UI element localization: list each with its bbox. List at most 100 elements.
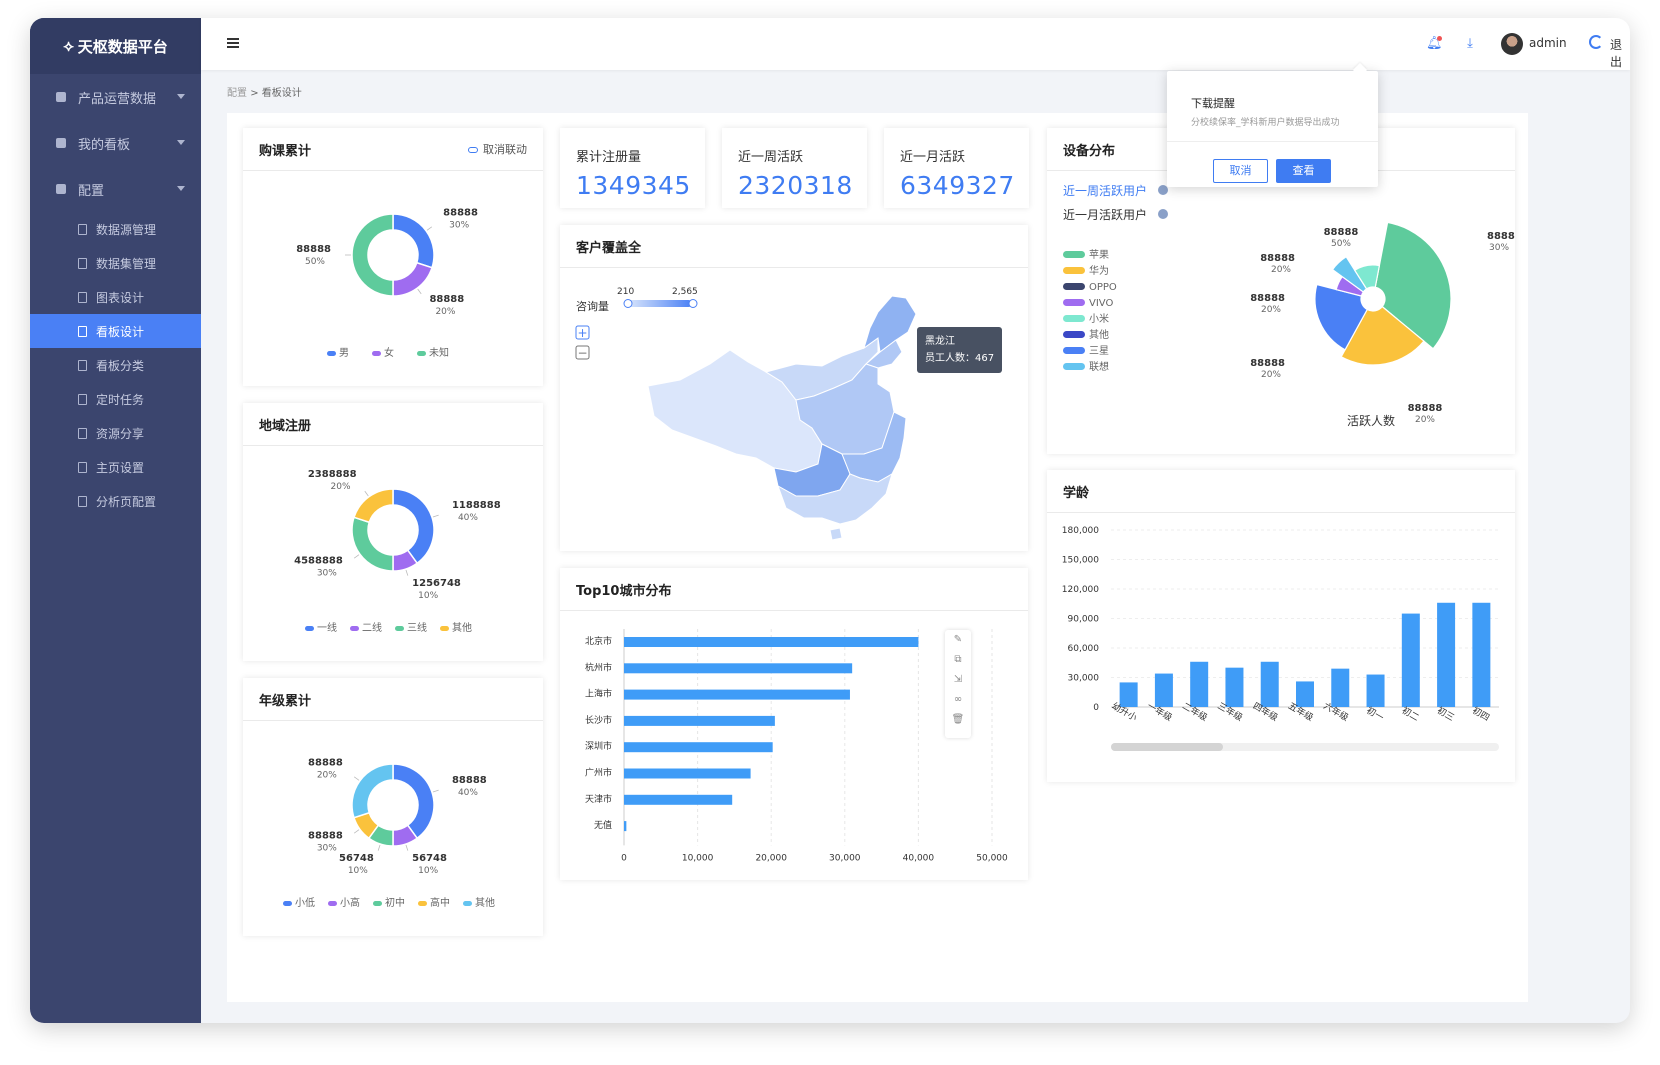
- popup-confirm-button[interactable]: 查看: [1276, 159, 1331, 183]
- bar[interactable]: [624, 637, 919, 647]
- bar[interactable]: [1401, 613, 1420, 707]
- unlink-button[interactable]: 取消联动: [468, 141, 527, 157]
- legend-swatch[interactable]: [440, 626, 449, 631]
- legend-swatch[interactable]: [372, 351, 381, 356]
- sidebar-item-board-design[interactable]: 看板设计: [30, 314, 201, 348]
- bar[interactable]: [1190, 661, 1209, 707]
- bell-icon[interactable]: 🔔︎: [1426, 36, 1443, 52]
- map-region-hainan[interactable]: [829, 527, 843, 541]
- visual-map-slider[interactable]: [626, 300, 692, 307]
- legend-swatch[interactable]: [1063, 315, 1085, 322]
- pie-slice[interactable]: [392, 488, 435, 565]
- avatar[interactable]: [1501, 33, 1523, 55]
- pie-slice[interactable]: [392, 261, 433, 297]
- bar[interactable]: [1331, 668, 1350, 707]
- sidebar-group-config[interactable]: 配置: [30, 166, 201, 212]
- menu-toggle-icon[interactable]: [227, 38, 239, 48]
- username[interactable]: admin: [1529, 36, 1567, 50]
- export-icon[interactable]: ⇲: [945, 670, 971, 690]
- zoom-in-button[interactable]: +: [575, 325, 590, 340]
- sidebar-item-dataset[interactable]: 数据集管理: [30, 246, 201, 280]
- sidebar-item-home-settings[interactable]: 主页设置: [30, 450, 201, 484]
- logout-link[interactable]: 退出: [1610, 36, 1630, 70]
- logout-icon[interactable]: [1589, 35, 1603, 49]
- china-map: 咨询量 210 2,565 + −: [575, 287, 917, 541]
- bar[interactable]: [624, 821, 627, 832]
- slider-handle-max[interactable]: [688, 299, 698, 308]
- bar[interactable]: [1472, 602, 1491, 707]
- slice-value-label: 88888: [1408, 403, 1443, 414]
- bar[interactable]: [1296, 681, 1314, 707]
- sidebar-group-mine[interactable]: 我的看板: [30, 120, 201, 166]
- legend-label: 小高: [340, 896, 360, 909]
- legend-swatch[interactable]: [1063, 347, 1085, 354]
- breadcrumb-root[interactable]: 配置: [227, 88, 247, 99]
- help-icon[interactable]: [1158, 185, 1168, 195]
- slice-percent-label: 30%: [449, 221, 469, 231]
- bar[interactable]: [1437, 602, 1456, 707]
- legend-swatch[interactable]: [1063, 267, 1085, 274]
- bar[interactable]: [1260, 661, 1279, 707]
- sidebar-group-product[interactable]: 产品运营数据: [30, 74, 201, 120]
- bar[interactable]: [624, 794, 733, 805]
- legend-swatch[interactable]: [328, 901, 337, 906]
- pie-slice[interactable]: [351, 213, 394, 297]
- bar[interactable]: [624, 663, 853, 674]
- copy-icon[interactable]: ⧉: [945, 650, 971, 670]
- legend-swatch[interactable]: [350, 626, 359, 631]
- pie-slice[interactable]: [353, 488, 394, 524]
- pie-slice[interactable]: [351, 516, 394, 572]
- logo[interactable]: ⟡ 天枢数据平台: [30, 18, 201, 74]
- bar[interactable]: [624, 768, 751, 779]
- slice-value-label: 4588888: [294, 555, 343, 566]
- slice-value-label: 88888: [296, 244, 331, 255]
- legend-swatch[interactable]: [418, 901, 427, 906]
- link-icon[interactable]: ∞: [945, 690, 971, 710]
- legend-swatch[interactable]: [1063, 283, 1085, 290]
- legend-swatch[interactable]: [373, 901, 382, 906]
- bar[interactable]: [1366, 674, 1385, 707]
- bar[interactable]: [624, 742, 773, 753]
- legend-swatch[interactable]: [1063, 331, 1085, 338]
- tooltip-text: 员工人数：467: [925, 353, 995, 364]
- edit-icon[interactable]: ✎: [945, 630, 971, 650]
- sidebar-item-chart-design[interactable]: 图表设计: [30, 280, 201, 314]
- y-tick-label: 深圳市: [585, 740, 612, 752]
- pie-slice[interactable]: [392, 763, 435, 840]
- pie-slice[interactable]: [351, 763, 394, 819]
- legend-swatch[interactable]: [417, 351, 426, 356]
- sidebar-item-resource-share[interactable]: 资源分享: [30, 416, 201, 450]
- legend-swatch[interactable]: [327, 351, 336, 356]
- sidebar-item-board-category[interactable]: 看板分类: [30, 348, 201, 382]
- legend-swatch[interactable]: [1063, 363, 1085, 370]
- zoom-out-button[interactable]: −: [575, 345, 590, 360]
- slice-percent-label: 20%: [317, 771, 337, 781]
- x-tick-label: 50,000: [976, 853, 1008, 863]
- stat-monthly-active: 近一月活跃 6349327: [884, 128, 1029, 208]
- zoom-slider-thumb[interactable]: [1111, 743, 1223, 751]
- y-tick-label: 30,000: [1068, 674, 1100, 684]
- legend-swatch[interactable]: [305, 626, 314, 631]
- bar[interactable]: [1119, 682, 1138, 707]
- bar[interactable]: [1154, 673, 1173, 707]
- popup-cancel-button[interactable]: 取消: [1213, 159, 1268, 183]
- visual-map-label: 咨询量: [576, 299, 609, 313]
- legend-swatch[interactable]: [1063, 299, 1085, 306]
- download-icon[interactable]: ⤓: [1462, 36, 1478, 52]
- sidebar-item-scheduled-task[interactable]: 定时任务: [30, 382, 201, 416]
- bar[interactable]: [1225, 667, 1244, 707]
- sidebar-item-analysis-config[interactable]: 分析页配置: [30, 484, 201, 518]
- slider-handle-min[interactable]: [623, 299, 633, 308]
- bar[interactable]: [624, 689, 850, 700]
- legend-swatch[interactable]: [1063, 251, 1085, 258]
- delete-icon[interactable]: 🗑︎: [945, 710, 971, 730]
- help-icon[interactable]: [1158, 209, 1168, 219]
- legend-swatch[interactable]: [395, 626, 404, 631]
- pie-slice[interactable]: [392, 213, 435, 269]
- slice-percent-label: 20%: [1415, 415, 1435, 425]
- legend-label: OPPO: [1089, 282, 1117, 293]
- legend-swatch[interactable]: [463, 901, 472, 906]
- legend-swatch[interactable]: [283, 901, 292, 906]
- sidebar-item-datasource[interactable]: 数据源管理: [30, 212, 201, 246]
- bar[interactable]: [624, 715, 775, 726]
